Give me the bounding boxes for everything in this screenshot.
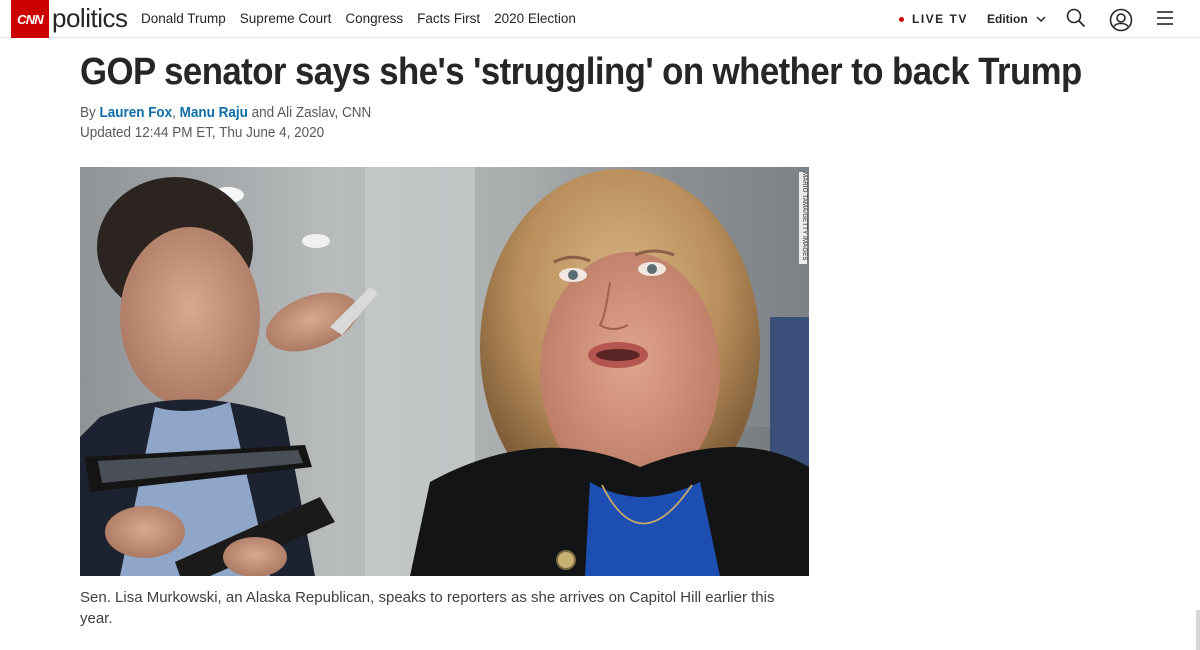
live-dot-icon <box>899 16 904 22</box>
nav-link-congress[interactable]: Congress <box>345 11 403 26</box>
cnn-logo[interactable]: CNN <box>11 0 49 38</box>
live-tv-label: LIVE TV <box>912 12 968 26</box>
edition-label: Edition <box>987 12 1028 26</box>
article-byline: By Lauren Fox, Manu Raju and Ali Zaslav,… <box>80 105 371 121</box>
lead-photo-image <box>80 167 809 576</box>
chevron-down-icon <box>1036 15 1046 22</box>
account-button[interactable] <box>1109 8 1133 32</box>
photo-credit-text: MARIO TAMA/GETTY IMAGES <box>801 172 807 261</box>
menu-icon <box>1157 11 1173 25</box>
nav-link-donald-trump[interactable]: Donald Trump <box>141 11 226 26</box>
byline-prefix: By <box>80 105 96 121</box>
nav-link-facts-first[interactable]: Facts First <box>417 11 480 26</box>
byline-separator: , <box>172 105 176 121</box>
page-scrollbar[interactable] <box>1196 610 1200 650</box>
updated-timestamp: Updated 12:44 PM ET, Thu June 4, 2020 <box>80 125 325 141</box>
photo-credit: MARIO TAMA/GETTY IMAGES <box>799 172 807 264</box>
lead-photo[interactable] <box>80 167 809 576</box>
live-tv-button[interactable]: LIVE TV <box>899 12 968 26</box>
section-politics-link[interactable]: politics <box>52 3 128 34</box>
author-link-lauren-fox[interactable]: Lauren Fox <box>99 105 172 121</box>
search-button[interactable] <box>1066 8 1088 30</box>
nav-link-supreme-court[interactable]: Supreme Court <box>240 11 332 26</box>
nav-link-2020-election[interactable]: 2020 Election <box>494 11 576 26</box>
byline-suffix: and Ali Zaslav, CNN <box>251 105 372 121</box>
edition-dropdown[interactable]: Edition <box>987 12 1046 26</box>
top-navigation: CNN politics Donald Trump Supreme Court … <box>0 0 1200 38</box>
menu-button[interactable] <box>1155 8 1177 30</box>
user-icon <box>1109 8 1133 32</box>
section-nav: Donald Trump Supreme Court Congress Fact… <box>141 11 590 26</box>
search-icon <box>1066 8 1086 28</box>
logo-text: CNN <box>17 11 44 27</box>
author-link-manu-raju[interactable]: Manu Raju <box>180 105 248 121</box>
article-headline: GOP senator says she's 'struggling' on w… <box>80 51 1082 93</box>
photo-caption: Sen. Lisa Murkowski, an Alaska Republica… <box>80 589 775 627</box>
